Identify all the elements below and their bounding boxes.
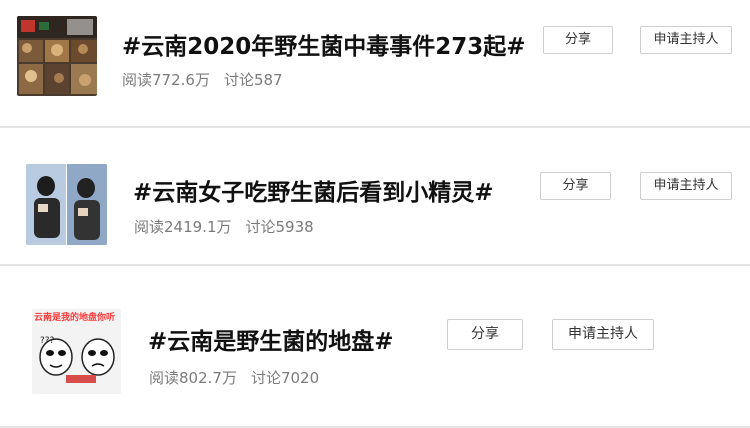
read-count: 阅读802.7万 bbox=[149, 369, 237, 387]
topic-stats: 阅读772.6万 讨论587 bbox=[122, 69, 283, 90]
apply-host-button[interactable]: 申请主持人 bbox=[552, 319, 654, 350]
topic-thumbnail-panda-meme[interactable]: ??? 云南是我的地盘你听 bbox=[32, 309, 121, 394]
discussion-count: 讨论5938 bbox=[245, 218, 314, 236]
topic-stats: 阅读2419.1万 讨论5938 bbox=[134, 216, 314, 237]
topic-stats: 阅读802.7万 讨论7020 bbox=[149, 367, 319, 388]
share-button[interactable]: 分享 bbox=[447, 319, 523, 350]
topic-thumbnail-two-women[interactable] bbox=[26, 164, 107, 245]
svg-text:???: ??? bbox=[40, 336, 55, 346]
apply-host-button[interactable]: 申请主持人 bbox=[640, 172, 732, 200]
divider bbox=[0, 126, 750, 128]
read-count: 阅读2419.1万 bbox=[134, 218, 232, 236]
meme-caption: 云南是我的地盘你听 bbox=[34, 313, 116, 323]
topic-title[interactable]: #云南是野生菌的地盘# bbox=[148, 322, 394, 356]
share-button[interactable]: 分享 bbox=[540, 172, 611, 200]
topic-card-1[interactable]: #云南2020年野生菌中毒事件273起# 阅读772.6万 讨论587 分享 申请… bbox=[0, 0, 750, 126]
topic-card-2[interactable]: #云南女子吃野生菌后看到小精灵# 阅读2419.1万 讨论5938 分享 申请主持… bbox=[0, 138, 750, 264]
topic-title[interactable]: #云南女子吃野生菌后看到小精灵# bbox=[133, 173, 494, 207]
discussion-count: 讨论7020 bbox=[250, 369, 320, 387]
topic-title[interactable]: #云南2020年野生菌中毒事件273起# bbox=[122, 27, 526, 61]
topic-thumbnail-mushroom-market[interactable] bbox=[17, 16, 97, 96]
divider bbox=[0, 264, 750, 266]
share-button[interactable]: 分享 bbox=[543, 26, 613, 54]
read-count: 阅读772.6万 bbox=[122, 71, 210, 89]
topic-card-3[interactable]: ??? 云南是我的地盘你听 #云南是野生菌的地盘# 阅读802.7万 讨论7020… bbox=[0, 283, 750, 428]
discussion-count: 讨论587 bbox=[223, 71, 283, 89]
apply-host-button[interactable]: 申请主持人 bbox=[640, 26, 732, 54]
